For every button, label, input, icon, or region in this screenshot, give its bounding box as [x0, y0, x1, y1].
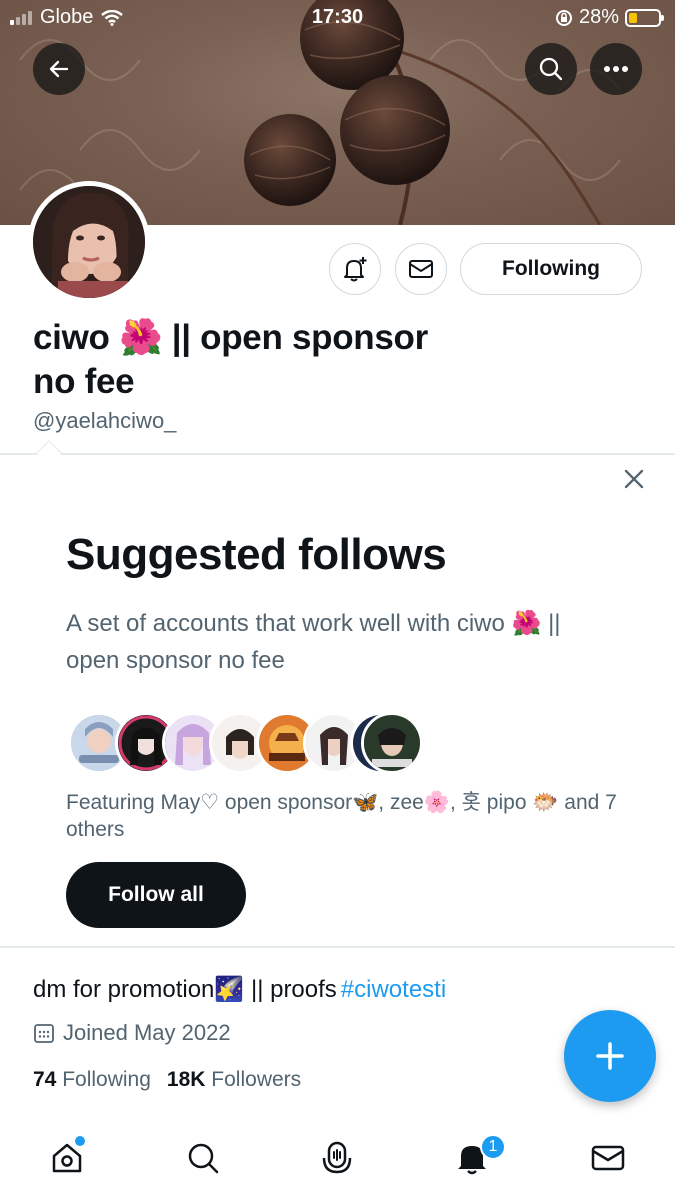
- orientation-lock-icon: [555, 9, 572, 26]
- compose-tweet-button[interactable]: [564, 1010, 656, 1102]
- tab-spaces[interactable]: [315, 1136, 359, 1180]
- suggested-follows-title: Suggested follows: [66, 530, 447, 579]
- profile-avatar[interactable]: [28, 181, 150, 303]
- suggested-avatars[interactable]: [68, 712, 428, 774]
- featuring-text: Featuring May♡ open sponsor🦋, zee🌸, 홋 pi…: [66, 791, 617, 841]
- suggested-avatar[interactable]: [361, 712, 423, 774]
- status-bar: Globe 17:30 28%: [0, 0, 675, 36]
- mail-icon: [409, 260, 433, 278]
- follow-all-button[interactable]: Follow all: [66, 862, 246, 928]
- following-label: Following: [62, 1068, 151, 1091]
- followers-stat[interactable]: 18K Followers: [167, 1068, 301, 1092]
- close-suggestions-button[interactable]: [619, 464, 649, 494]
- search-icon: [188, 1143, 219, 1174]
- avatar-image: [364, 715, 420, 771]
- card-caret: [36, 440, 62, 466]
- display-name: ciwo 🌺 || open sponsor no fee: [33, 316, 493, 404]
- bio-text: dm for promotion🌠 || proofs: [33, 976, 337, 1003]
- mail-icon: [591, 1145, 625, 1171]
- followers-label: Followers: [211, 1068, 302, 1091]
- search-icon: [539, 57, 563, 81]
- close-icon: [624, 469, 644, 489]
- bottom-tab-bar: [0, 1122, 675, 1200]
- following-stat[interactable]: 74 Following: [33, 1068, 151, 1092]
- avatar-image: [33, 186, 145, 298]
- message-button[interactable]: [395, 243, 447, 295]
- following-count: 74: [33, 1068, 57, 1091]
- calendar-icon: [34, 1024, 54, 1043]
- bell-plus-icon: [344, 257, 367, 282]
- plus-icon: [596, 1042, 624, 1070]
- battery-icon: [625, 8, 664, 27]
- profile-bio: dm for promotion🌠 || proofs #ciwotesti: [33, 975, 446, 1004]
- more-button[interactable]: [590, 43, 642, 95]
- notification-badge: 1: [480, 1134, 506, 1160]
- battery-group: 28%: [555, 6, 664, 29]
- card-divider-bottom: [0, 946, 675, 948]
- spaces-icon: [322, 1141, 352, 1174]
- battery-percent: 28%: [578, 6, 619, 28]
- battery-level: [629, 12, 637, 23]
- back-button[interactable]: [33, 43, 85, 95]
- tab-messages[interactable]: [586, 1136, 630, 1180]
- joined-date: Joined May 2022: [33, 1020, 231, 1046]
- following-button[interactable]: Following: [460, 243, 642, 295]
- home-unread-dot: [75, 1136, 85, 1146]
- back-arrow-icon: [49, 60, 69, 78]
- followers-count: 18K: [166, 1068, 206, 1091]
- notify-button[interactable]: [329, 243, 381, 295]
- display-name-line1: ciwo 🌺 || open sponsor: [33, 318, 428, 357]
- more-icon: [604, 66, 628, 72]
- bio-hashtag-link[interactable]: #ciwotesti: [341, 976, 446, 1004]
- search-button[interactable]: [525, 43, 577, 95]
- suggested-follows-description: A set of accounts that work well with ci…: [66, 610, 561, 674]
- tab-explore[interactable]: [181, 1136, 225, 1180]
- display-name-line2: no fee: [33, 362, 135, 401]
- user-handle: @yaelahciwo_: [33, 408, 177, 433]
- card-divider-top: [0, 453, 675, 455]
- follow-stats: 74 Following 18K Followers: [33, 1068, 301, 1092]
- joined-text: Joined May 2022: [63, 1020, 231, 1045]
